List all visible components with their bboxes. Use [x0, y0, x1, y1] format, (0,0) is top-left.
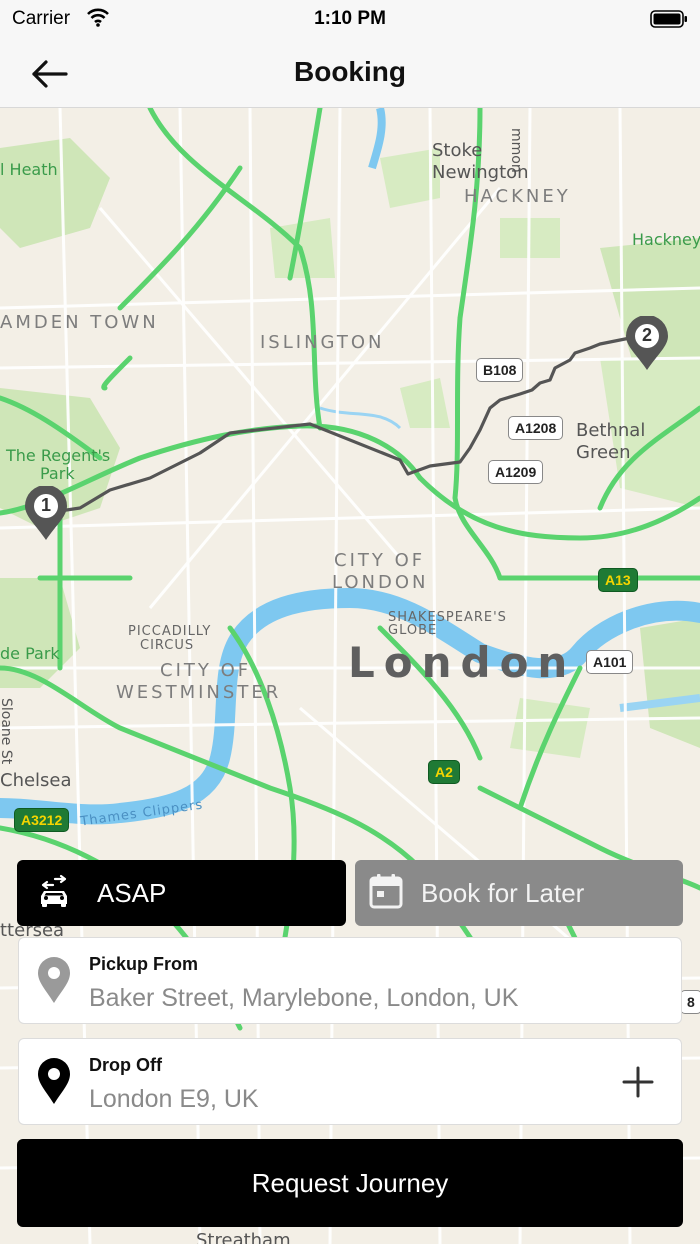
pickup-field[interactable]: Pickup From Baker Street, Marylebone, Lo…: [18, 937, 682, 1024]
plus-icon: [622, 1066, 654, 1098]
dropoff-field[interactable]: Drop Off London E9, UK: [18, 1038, 682, 1125]
map-label-hyde: de Park: [0, 644, 60, 663]
map-label-globe: GLOBE: [388, 623, 438, 638]
road-sign-a2: A2: [428, 760, 460, 784]
road-sign-a101: A101: [586, 650, 634, 674]
asap-button[interactable]: ASAP: [17, 860, 346, 926]
route-end-number: 2: [641, 325, 652, 345]
add-stop-button[interactable]: [619, 1063, 657, 1101]
route-start-number: 1: [40, 495, 51, 515]
map-label-piccadilly: PICCADILLY: [128, 624, 212, 639]
map-label-city-of: CITY OF: [334, 550, 426, 571]
map-label-regents: The Regent's: [6, 446, 111, 465]
nav-bar: Booking: [0, 40, 700, 108]
road-sign-edge: 8: [680, 990, 700, 1014]
road-sign-b108: B108: [476, 358, 524, 382]
asap-label: ASAP: [97, 877, 167, 908]
road-sign-a1209: A1209: [488, 460, 544, 484]
book-later-button[interactable]: Book for Later: [355, 860, 683, 926]
map-label-regents-park: Park: [40, 464, 75, 483]
map-label-city-london: LONDON: [332, 572, 429, 593]
map-label-mmon: mmon: [508, 128, 524, 173]
status-bar: Carrier 1:10 PM: [0, 0, 700, 40]
car-swap-icon: [37, 874, 71, 913]
map-label-circus: CIRCUS: [140, 638, 195, 653]
dropoff-value: London E9, UK: [89, 1085, 259, 1113]
map-label-bethnal: Bethnal: [576, 420, 646, 441]
map-label-sloane: Sloane St: [0, 698, 14, 765]
battery-icon: [650, 9, 688, 34]
map-label-green: Green: [576, 442, 631, 463]
map-label-streatham: Streatham: [196, 1230, 291, 1244]
calendar-icon: [369, 873, 403, 914]
request-journey-button[interactable]: Request Journey: [17, 1139, 683, 1227]
map-label-westminster-of: CITY OF: [160, 660, 252, 681]
map-label-london: London: [348, 638, 577, 687]
road-sign-a3212: A3212: [14, 808, 70, 832]
map-label-chelsea: Chelsea: [0, 770, 72, 791]
route-start-pin[interactable]: 1: [23, 486, 69, 542]
route-end-pin[interactable]: 2: [624, 316, 670, 372]
map-label-hackney-side: Hackney: [632, 230, 700, 249]
map-label-islington: ISLINGTON: [260, 332, 385, 353]
map-label-camden: AMDEN TOWN: [0, 312, 159, 333]
dropoff-title: Drop Off: [89, 1055, 162, 1075]
dropoff-pin-icon: [37, 1058, 71, 1111]
page-title: Booking: [294, 56, 406, 87]
map-label-hackney: HACKNEY: [464, 186, 571, 207]
pickup-value: Baker Street, Marylebone, London, UK: [89, 984, 519, 1012]
map-label-heath: l Heath: [0, 160, 58, 179]
map-label-westminster: WESTMINSTER: [116, 682, 282, 703]
status-time: 1:10 PM: [314, 8, 386, 29]
book-later-label: Book for Later: [421, 877, 585, 908]
road-sign-a1208: A1208: [508, 416, 564, 440]
pickup-title: Pickup From: [89, 954, 199, 974]
pickup-pin-icon: [37, 957, 71, 1010]
map-label-stoke: Stoke: [432, 140, 483, 161]
road-sign-a13: A13: [598, 568, 638, 592]
